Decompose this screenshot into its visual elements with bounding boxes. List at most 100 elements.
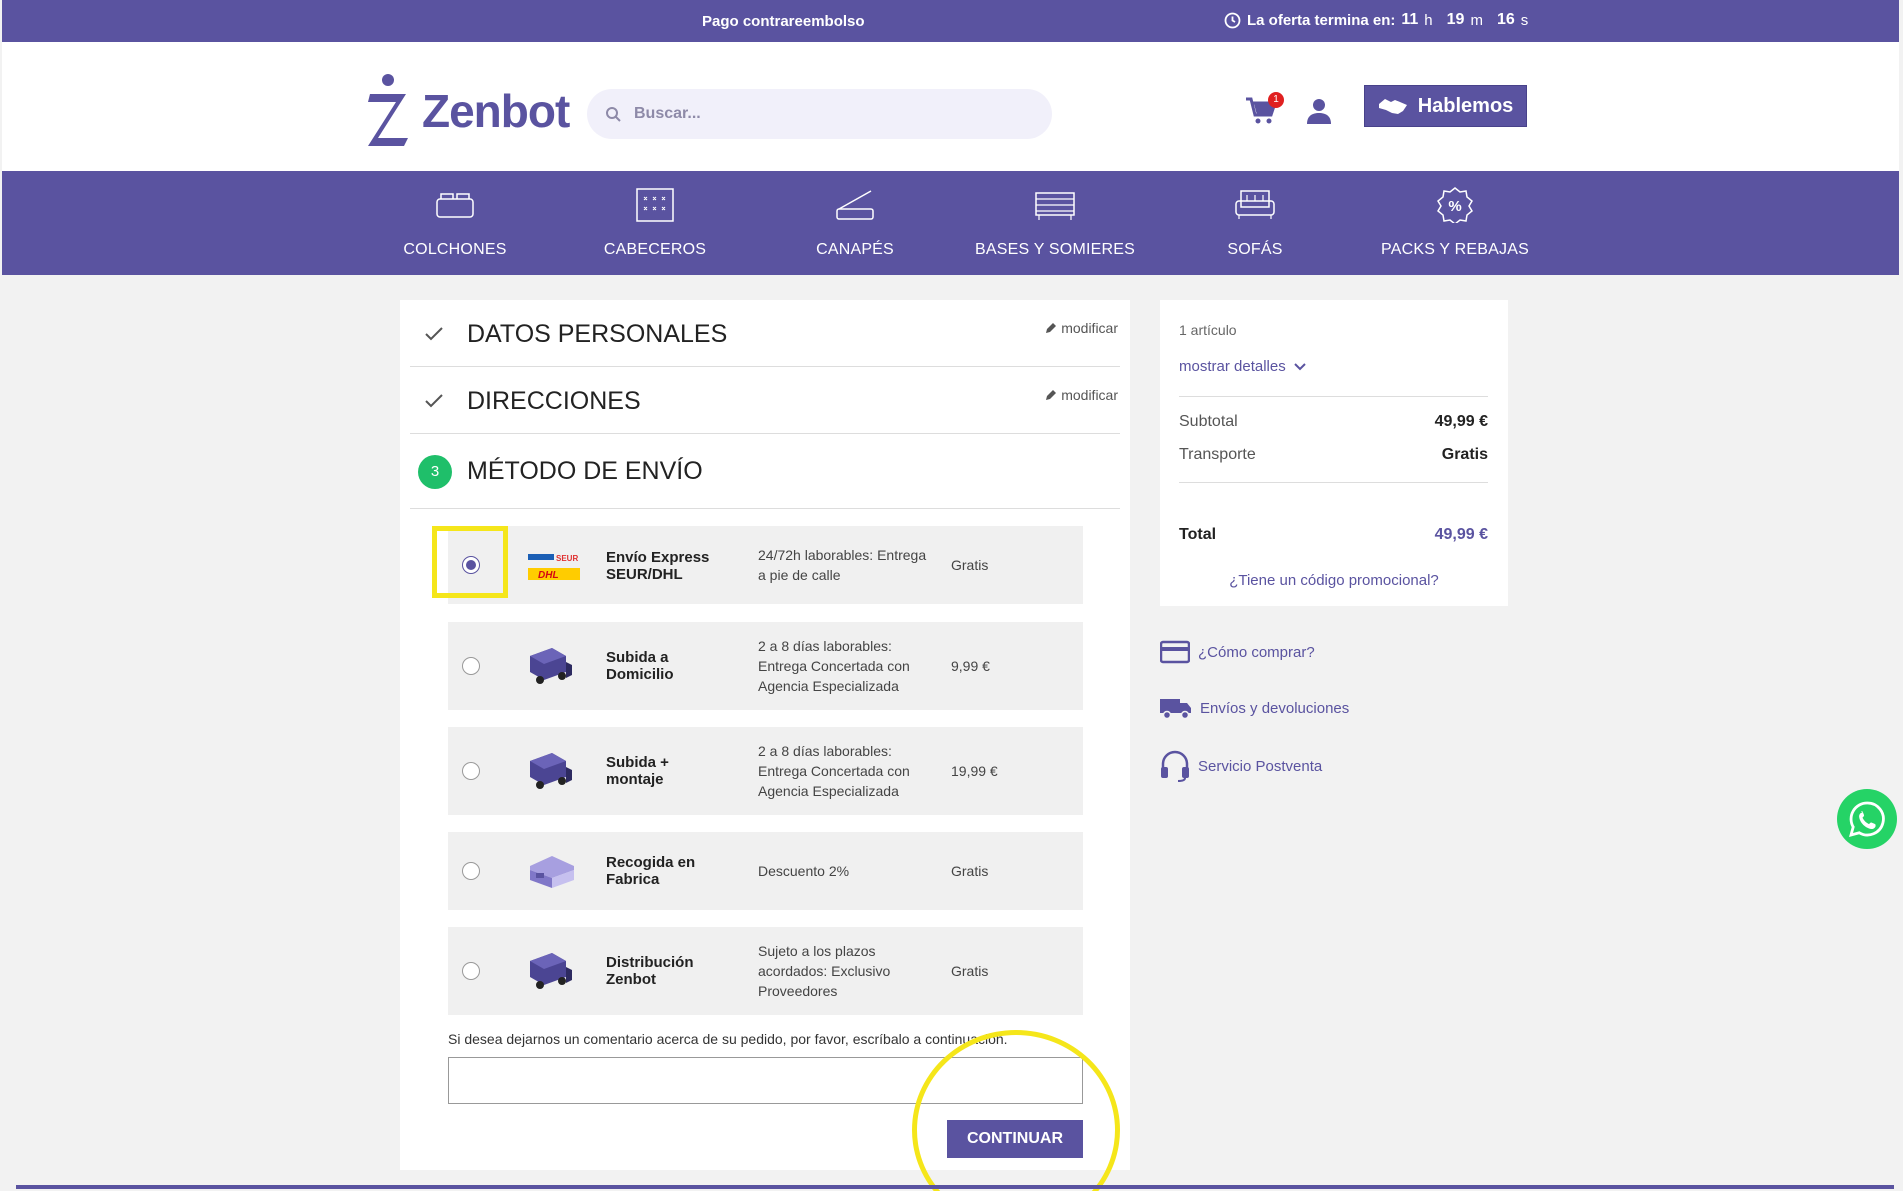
search-bar[interactable]: [587, 89, 1052, 139]
selection-highlight-box: [432, 526, 508, 598]
zenbot-logo-icon: [368, 74, 408, 146]
shipping-option-express[interactable]: SEUR DHL Envío Express SEUR/DHL 24/72h l…: [448, 526, 1083, 604]
nav-item-canapes[interactable]: CANAPÉS: [755, 171, 955, 275]
step-number-badge: 3: [418, 455, 452, 489]
promo-text: Pago contrareembolso: [702, 13, 865, 30]
headset-icon: [1161, 750, 1189, 782]
comment-label: Si desea dejarnos un comentario acerca d…: [448, 1031, 1008, 1047]
countdown-minutes: 19: [1446, 11, 1465, 28]
sofa-icon: [1235, 190, 1275, 219]
shipping-option-description: Sujeto a los plazos acordados: Exclusivo…: [758, 943, 891, 999]
pencil-icon: [1046, 390, 1057, 400]
divider: [1179, 482, 1488, 483]
shipping-option-description: Descuento 2%: [758, 863, 850, 879]
shipping-returns-link[interactable]: Envíos y devoluciones: [1160, 696, 1349, 720]
modify-label: modificar: [1061, 387, 1118, 403]
nav-label-canapes: CANAPÉS: [816, 241, 894, 258]
nav-item-packs[interactable]: % PACKS Y REBAJAS: [1355, 171, 1555, 275]
step-title: DATOS PERSONALES: [467, 320, 728, 348]
after-sales-link[interactable]: Servicio Postventa: [1160, 750, 1322, 782]
modify-link[interactable]: modificar: [1045, 387, 1118, 403]
cart-count-badge: 1: [1268, 92, 1284, 108]
shipping-option-home-assembly[interactable]: Subida + montaje 2 a 8 días laborables: …: [448, 727, 1083, 815]
search-icon: [606, 106, 621, 122]
subtotal-row: Subtotal 49,99 €: [1179, 413, 1488, 431]
shipping-option-price: Gratis: [951, 557, 989, 573]
promo-code-link[interactable]: ¿Tiene un código promocional?: [1160, 572, 1508, 589]
account-button[interactable]: [1307, 98, 1331, 129]
shipping-option-description: 2 a 8 días laborables: Entrega Concertad…: [758, 638, 910, 694]
shipping-option-description: 2 a 8 días laborables: Entrega Concertad…: [758, 743, 910, 799]
headboard-icon: [636, 188, 674, 222]
mattress-icon: [436, 193, 474, 218]
hablemos-button[interactable]: Hablemos: [1364, 85, 1527, 127]
truck-icon: [528, 646, 574, 691]
shipping-value: Gratis: [1441, 446, 1488, 463]
handshake-icon: [1378, 99, 1407, 114]
nav-item-colchones[interactable]: COLCHONES: [355, 171, 555, 275]
subtotal-label: Subtotal: [1179, 413, 1238, 430]
shipping-option-zenbot-distribution[interactable]: Distribución Zenbot Sujeto a los plazos …: [448, 927, 1083, 1015]
step-title: DIRECCIONES: [467, 387, 641, 415]
shipping-option-name: Distribución Zenbot: [606, 954, 694, 988]
shipping-option-price: Gratis: [951, 863, 989, 879]
nav-label-packs: PACKS Y REBAJAS: [1381, 241, 1529, 258]
dhl-label: DHL: [538, 570, 559, 581]
shipping-option-name: Envío Express SEUR/DHL: [606, 549, 710, 583]
shipping-option-name: Recogida en Fabrica: [606, 854, 696, 888]
credit-card-icon: [1160, 640, 1190, 664]
search-input[interactable]: [634, 105, 1014, 123]
zenbot-logo[interactable]: Zenbot: [364, 72, 570, 150]
shipping-label: Transporte: [1179, 446, 1256, 463]
after-sales-label: Servicio Postventa: [1198, 757, 1323, 775]
nav-item-sofas[interactable]: SOFÁS: [1155, 171, 1355, 275]
how-to-buy-link[interactable]: ¿Cómo comprar?: [1160, 640, 1315, 664]
nav-label-sofas: SOFÁS: [1227, 241, 1283, 258]
shipping-option-price: 9,99 €: [951, 658, 990, 674]
canape-icon: [836, 190, 874, 220]
total-label: Total: [1179, 526, 1217, 543]
user-icon: [1307, 99, 1331, 124]
checkmark-icon: [425, 327, 443, 341]
shipping-radio[interactable]: [462, 657, 480, 675]
total-value: 49,99 €: [1434, 526, 1488, 543]
countdown-seconds-unit: s: [1520, 11, 1529, 29]
whatsapp-icon: [1849, 801, 1885, 837]
pencil-icon: [1046, 323, 1057, 333]
modify-link[interactable]: modificar: [1045, 320, 1118, 336]
warehouse-icon: [528, 852, 576, 895]
shipping-returns-label: Envíos y devoluciones: [1200, 699, 1350, 717]
nav-label-colchones: COLCHONES: [403, 241, 507, 258]
show-details-label: mostrar detalles: [1179, 358, 1286, 375]
whatsapp-button[interactable]: [1837, 789, 1897, 849]
seur-dhl-logo: SEUR DHL: [528, 552, 580, 587]
shipping-row: Transporte Gratis: [1179, 446, 1488, 464]
shipping-radio[interactable]: [462, 862, 480, 880]
nav-item-bases[interactable]: BASES Y SOMIERES: [955, 171, 1155, 275]
shipping-radio[interactable]: [462, 762, 480, 780]
shipping-option-factory-pickup[interactable]: Recogida en Fabrica Descuento 2% Gratis: [448, 832, 1083, 910]
how-to-buy-label: ¿Cómo comprar?: [1198, 643, 1315, 661]
divider: [1179, 396, 1488, 397]
shipping-option-name: Subida a Domicilio: [606, 649, 674, 683]
seur-label: SEUR: [556, 554, 578, 563]
nav-item-cabeceros[interactable]: CABECEROS: [555, 171, 755, 275]
step-shipping-method: 3 MÉTODO DE ENVÍO: [410, 434, 1120, 509]
offer-label: La oferta termina en:: [1247, 11, 1396, 29]
modify-label: modificar: [1061, 320, 1118, 336]
step-personal-data: DATOS PERSONALES modificar: [410, 300, 1120, 367]
truck-icon: [528, 751, 574, 796]
cart-button[interactable]: 1: [1244, 92, 1284, 131]
countdown-seconds: 16: [1496, 11, 1515, 28]
delivery-truck-icon: [1160, 699, 1191, 720]
footer-divider: [16, 1185, 1894, 1189]
offer-countdown: La oferta termina en: 11 h 19 m 16 s: [1224, 11, 1536, 29]
chevron-down-icon: [1294, 362, 1306, 370]
site-header: Zenbot 1 Hablemos: [2, 42, 1899, 171]
shipping-option-price: Gratis: [951, 963, 989, 979]
shipping-radio[interactable]: [462, 962, 480, 980]
show-details-toggle[interactable]: mostrar detalles: [1179, 358, 1306, 375]
shipping-option-home-delivery[interactable]: Subida a Domicilio 2 a 8 días laborables…: [448, 622, 1083, 710]
step-addresses: DIRECCIONES modificar: [410, 367, 1120, 434]
bed-base-icon: [1035, 192, 1075, 220]
